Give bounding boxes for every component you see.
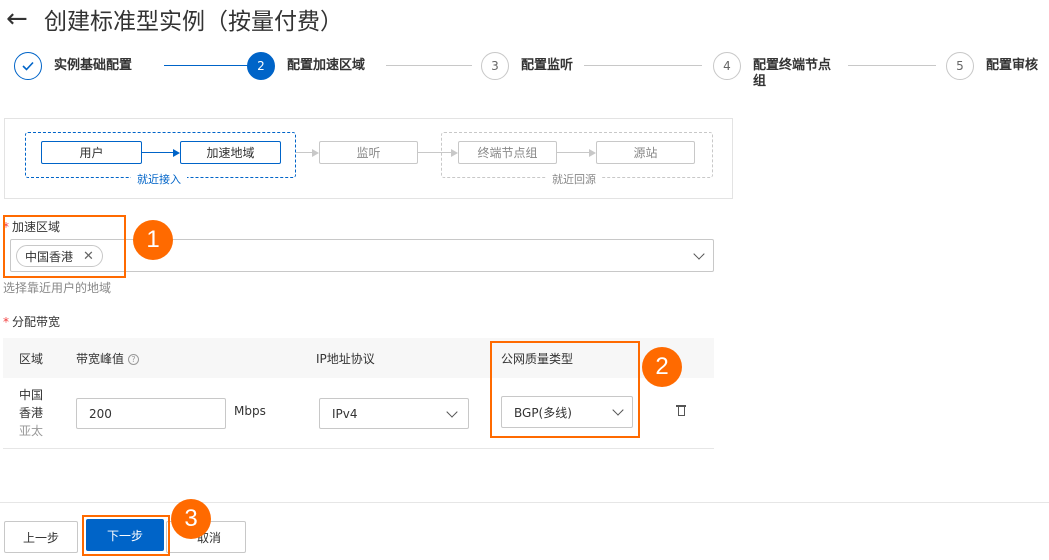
step-indicator: 实例基础配置 2 配置加速区域 3 配置监听 4 配置终端节点组 5 配置审核 — [14, 52, 1049, 96]
step-review[interactable]: 5 配置审核 — [946, 52, 1038, 80]
column-header: 区域 — [19, 352, 44, 366]
callout-badge-3: 3 — [171, 499, 211, 539]
page-title: 创建标准型实例（按量付费） — [44, 9, 343, 35]
arrow-line — [296, 152, 312, 153]
step-accel-region[interactable]: 2 配置加速区域 — [247, 52, 365, 80]
step-connector — [584, 65, 702, 66]
bandwidth-input[interactable] — [76, 398, 226, 429]
column-header-text: 带宽峰值 — [76, 352, 125, 366]
arrow-head-icon — [451, 149, 458, 157]
chevron-down-icon — [446, 406, 458, 418]
architecture-diagram: 就近接入 就近回源 用户 加速地域 监听 终端节点组 源站 — [4, 118, 733, 199]
bandwidth-field-label: * 分配带宽 — [3, 313, 60, 330]
required-mark: * — [3, 315, 9, 329]
region-cell: 中国 香港 亚太 — [19, 386, 49, 440]
accel-region-node: 加速地域 — [180, 141, 281, 164]
callout-box-3 — [82, 515, 170, 556]
callout-box-2 — [490, 341, 640, 438]
trash-icon[interactable] — [676, 404, 686, 416]
back-arrow-icon[interactable]: ← — [6, 4, 36, 34]
step-basic-config[interactable]: 实例基础配置 — [14, 52, 132, 80]
region-name: 香港 — [19, 406, 44, 420]
step-label: 实例基础配置 — [54, 58, 133, 73]
bandwidth-unit: Mbps — [234, 404, 266, 418]
step-number: 2 — [247, 52, 275, 80]
step-label: 配置终端节点组 — [753, 58, 832, 89]
nearby-access-label: 就近接入 — [131, 171, 187, 187]
bandwidth-label-text: 分配带宽 — [12, 315, 61, 329]
callout-badge-2: 2 — [642, 347, 682, 387]
region-name: 中国 — [19, 388, 44, 402]
step-connector — [386, 65, 472, 66]
column-header: 带宽峰值? — [76, 350, 140, 367]
nearby-origin-label: 就近回源 — [546, 171, 602, 187]
step-connector — [848, 65, 936, 66]
step-connector — [164, 65, 250, 66]
arrow-line — [418, 152, 451, 153]
step-label: 配置审核 — [986, 58, 1039, 73]
page-header: ← 创建标准型实例（按量付费） — [6, 2, 343, 36]
step-label: 配置监听 — [521, 58, 574, 73]
arrow-head-icon — [173, 149, 180, 157]
arrow-line — [557, 152, 589, 153]
callout-badge-1: 1 — [133, 220, 173, 260]
arrow-head-icon — [589, 149, 596, 157]
arrow-head-icon — [312, 149, 319, 157]
ip-protocol-select[interactable]: IPv4 — [319, 398, 469, 429]
prev-button[interactable]: 上一步 — [4, 521, 78, 553]
step-number: 4 — [713, 52, 741, 80]
step-label: 配置加速区域 — [287, 58, 366, 73]
step-endpoint-group[interactable]: 4 配置终端节点组 — [713, 52, 841, 90]
arrow-line — [142, 152, 173, 153]
ip-protocol-value: IPv4 — [332, 406, 358, 421]
check-icon — [14, 52, 42, 80]
step-number: 5 — [946, 52, 974, 80]
footer-divider — [0, 502, 1049, 503]
region-helper-text: 选择靠近用户的地域 — [3, 281, 112, 295]
row-divider — [3, 448, 714, 449]
endpoint-group-node: 终端节点组 — [458, 141, 557, 164]
listener-node: 监听 — [319, 141, 418, 164]
chevron-down-icon[interactable] — [693, 248, 705, 260]
step-listener[interactable]: 3 配置监听 — [481, 52, 573, 80]
region-area: 亚太 — [19, 424, 44, 438]
callout-box-1 — [3, 215, 126, 278]
help-icon[interactable]: ? — [128, 354, 140, 365]
origin-node: 源站 — [596, 141, 695, 164]
step-number: 3 — [481, 52, 509, 80]
user-node: 用户 — [41, 141, 142, 164]
column-header: IP地址协议 — [316, 352, 375, 366]
